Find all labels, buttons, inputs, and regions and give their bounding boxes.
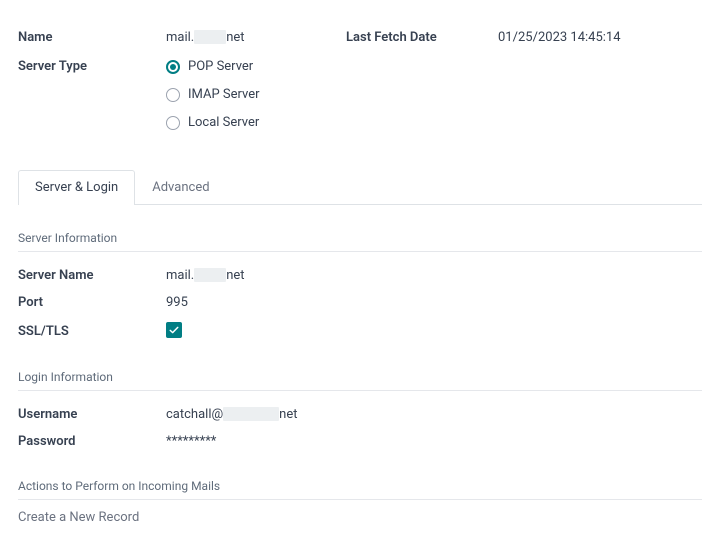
radio-icon (166, 60, 180, 74)
redacted-segment (223, 407, 279, 421)
name-label: Name (18, 30, 166, 45)
tabs: Server & Login Advanced (18, 170, 702, 205)
username-label: Username (18, 407, 166, 422)
server-information-heading: Server Information (18, 231, 702, 252)
radio-icon (166, 116, 180, 130)
radio-label: Local Server (188, 115, 259, 130)
last-fetch-label: Last Fetch Date (346, 30, 498, 45)
actions-heading: Actions to Perform on Incoming Mails (18, 479, 702, 500)
username-value[interactable]: catchall@net (166, 407, 702, 422)
ssl-tls-label: SSL/TLS (18, 324, 166, 339)
radio-label: IMAP Server (188, 87, 260, 102)
server-name-label: Server Name (18, 268, 166, 283)
last-fetch-value: 01/25/2023 14:45:14 (498, 30, 702, 45)
redacted-segment (194, 30, 226, 44)
password-label: Password (18, 434, 166, 449)
tab-advanced[interactable]: Advanced (135, 170, 226, 204)
server-type-option-local[interactable]: Local Server (166, 115, 702, 130)
ssl-tls-checkbox[interactable] (166, 322, 182, 338)
server-type-option-imap[interactable]: IMAP Server (166, 87, 702, 102)
create-new-record-field[interactable]: Create a New Record (18, 510, 702, 525)
radio-label: POP Server (188, 59, 253, 74)
server-type-option-pop[interactable]: POP Server (166, 59, 702, 74)
server-type-label: Server Type (18, 59, 166, 74)
server-name-value[interactable]: mail.net (166, 268, 702, 283)
login-information-heading: Login Information (18, 370, 702, 391)
redacted-segment (194, 268, 226, 282)
password-value[interactable]: ********* (166, 434, 702, 449)
name-value: mail.net (166, 30, 346, 45)
check-icon (168, 324, 180, 336)
radio-icon (166, 88, 180, 102)
port-value[interactable]: 995 (166, 295, 702, 310)
port-label: Port (18, 295, 166, 310)
tab-server-login[interactable]: Server & Login (18, 170, 135, 204)
